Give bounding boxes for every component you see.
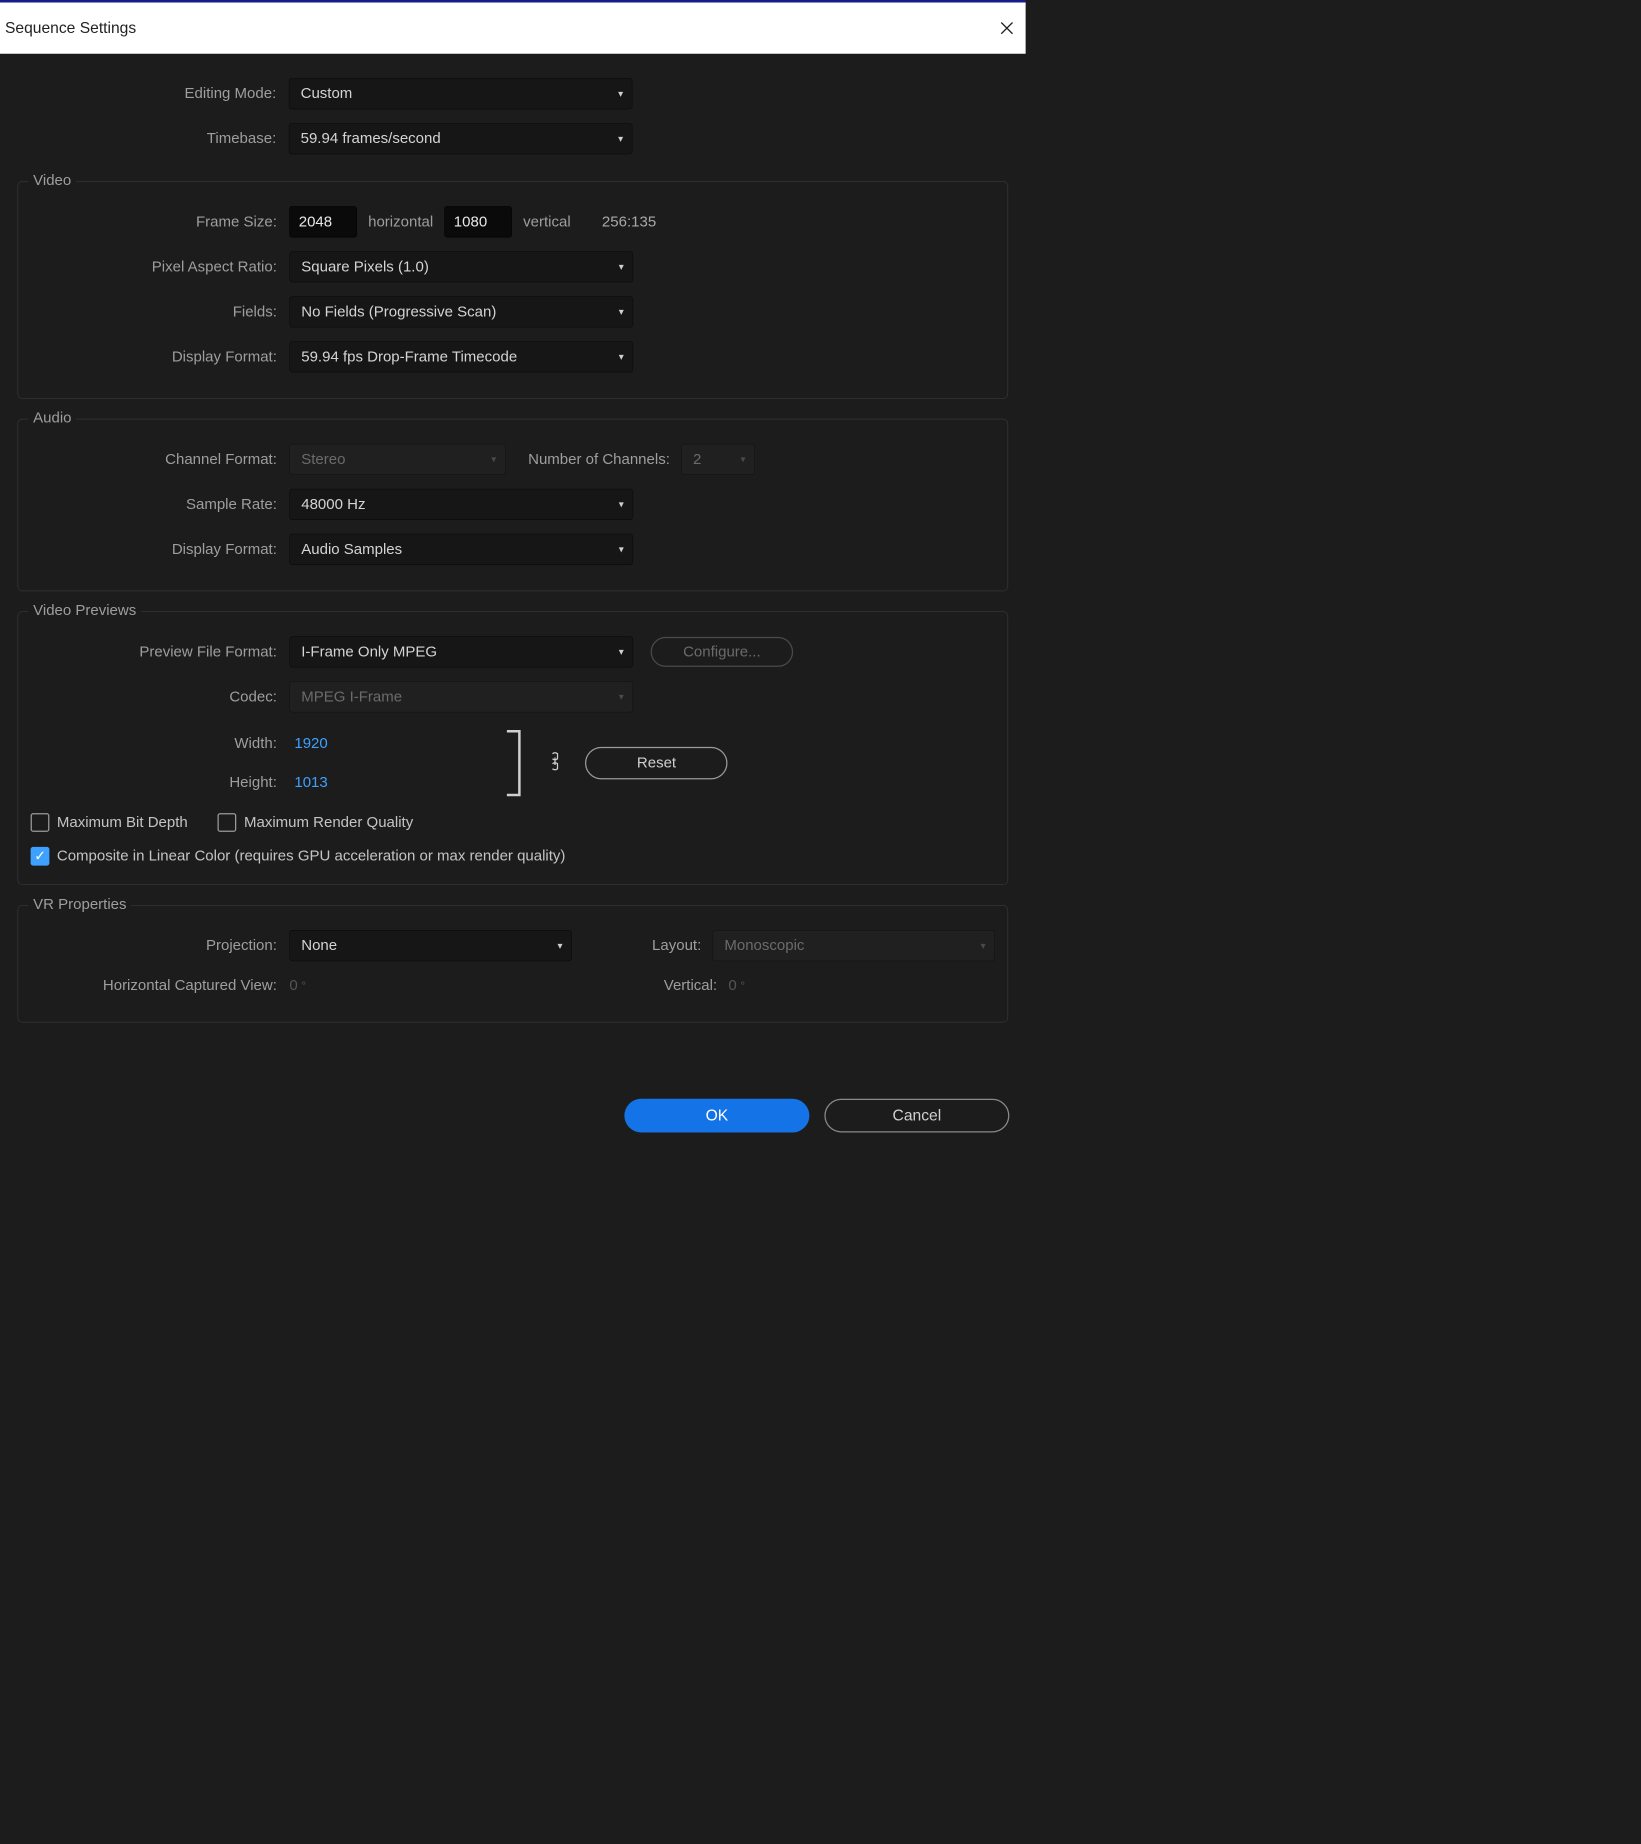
- projection-value: None: [301, 937, 337, 955]
- cancel-button[interactable]: Cancel: [824, 1099, 1009, 1133]
- preview-height-label: Height:: [31, 774, 290, 792]
- sample-rate-select[interactable]: 48000 Hz ▾: [289, 489, 633, 520]
- preview-file-format-select[interactable]: I-Frame Only MPEG ▾: [289, 636, 633, 667]
- sample-rate-label: Sample Rate:: [31, 496, 290, 514]
- chevron-down-icon: ▾: [619, 498, 624, 511]
- frame-height-input[interactable]: [444, 206, 512, 237]
- channel-format-select: Stereo ▾: [289, 444, 505, 475]
- chevron-down-icon: ▾: [491, 453, 496, 466]
- titlebar: Sequence Settings: [0, 3, 1026, 54]
- video-display-format-label: Display Format:: [31, 348, 290, 366]
- par-value: Square Pixels (1.0): [301, 258, 429, 276]
- chevron-down-icon: ▾: [557, 939, 562, 952]
- audio-display-format-select[interactable]: Audio Samples ▾: [289, 534, 633, 565]
- preview-file-format-value: I-Frame Only MPEG: [301, 643, 437, 661]
- sequence-settings-dialog: Sequence Settings Editing Mode: Custom ▾…: [0, 0, 1026, 1153]
- dialog-title: Sequence Settings: [5, 19, 136, 37]
- composite-linear-color-label: Composite in Linear Color (requires GPU …: [57, 848, 566, 866]
- chevron-down-icon: ▾: [619, 646, 624, 659]
- codec-select: MPEG I-Frame ▾: [289, 681, 633, 712]
- fields-select[interactable]: No Fields (Progressive Scan) ▾: [289, 296, 633, 327]
- ok-button[interactable]: OK: [624, 1099, 809, 1133]
- frame-width-input[interactable]: [289, 206, 357, 237]
- editing-mode-label: Editing Mode:: [18, 85, 289, 103]
- preview-height-value[interactable]: 1013: [294, 774, 327, 792]
- editing-mode-select[interactable]: Custom ▾: [289, 78, 633, 109]
- preview-width-value[interactable]: 1920: [294, 735, 327, 753]
- reset-button[interactable]: Reset: [585, 747, 728, 780]
- degree-icon: °: [301, 979, 306, 992]
- video-display-format-value: 59.94 fps Drop-Frame Timecode: [301, 348, 517, 366]
- aspect-ratio-text: 256:135: [602, 213, 656, 231]
- video-previews-group: Video Previews Preview File Format: I-Fr…: [18, 611, 1009, 885]
- projection-label: Projection:: [31, 937, 290, 955]
- link-icon[interactable]: [548, 751, 563, 775]
- timebase-value: 59.94 frames/second: [301, 130, 441, 148]
- timebase-select[interactable]: 59.94 frames/second ▾: [289, 123, 633, 154]
- vert-value: 0: [728, 977, 736, 995]
- chevron-down-icon: ▾: [619, 351, 624, 364]
- vr-legend: VR Properties: [28, 896, 131, 914]
- vertical-label: vertical: [523, 213, 571, 231]
- audio-display-format-label: Display Format:: [31, 541, 290, 559]
- chevron-down-icon: ▾: [740, 453, 745, 466]
- chevron-down-icon: ▾: [619, 261, 624, 274]
- max-render-quality-label: Maximum Render Quality: [244, 814, 413, 832]
- video-legend: Video: [28, 172, 76, 190]
- channel-format-value: Stereo: [301, 451, 345, 469]
- sample-rate-value: 48000 Hz: [301, 496, 365, 514]
- chevron-down-icon: ▾: [619, 543, 624, 556]
- frame-size-label: Frame Size:: [31, 213, 290, 231]
- chevron-down-icon: ▾: [981, 939, 986, 952]
- preview-width-label: Width:: [31, 735, 290, 753]
- codec-value: MPEG I-Frame: [301, 688, 402, 706]
- par-select[interactable]: Square Pixels (1.0) ▾: [289, 251, 633, 282]
- configure-button: Configure...: [651, 637, 794, 667]
- layout-select: Monoscopic ▾: [713, 930, 996, 961]
- chevron-down-icon: ▾: [618, 133, 623, 146]
- codec-label: Codec:: [31, 688, 290, 706]
- hcap-label: Horizontal Captured View:: [31, 977, 290, 995]
- chevron-down-icon: ▾: [618, 88, 623, 101]
- vr-properties-group: VR Properties Projection: None ▾ Layout:…: [18, 905, 1009, 1023]
- audio-display-format-value: Audio Samples: [301, 541, 402, 559]
- chevron-down-icon: ▾: [619, 306, 624, 319]
- video-display-format-select[interactable]: 59.94 fps Drop-Frame Timecode ▾: [289, 341, 633, 372]
- layout-value: Monoscopic: [724, 937, 804, 955]
- max-bit-depth-checkbox[interactable]: [31, 813, 50, 832]
- audio-legend: Audio: [28, 409, 76, 427]
- close-button[interactable]: [996, 17, 1019, 40]
- timebase-label: Timebase:: [18, 130, 289, 148]
- channel-format-label: Channel Format:: [31, 451, 290, 469]
- editing-mode-value: Custom: [301, 85, 353, 103]
- fields-value: No Fields (Progressive Scan): [301, 303, 496, 321]
- preview-file-format-label: Preview File Format:: [31, 643, 290, 661]
- channel-number-label: Number of Channels:: [528, 451, 670, 469]
- composite-linear-color-checkbox[interactable]: ✓: [31, 847, 50, 866]
- bracket-icon: [503, 726, 526, 801]
- hcap-value: 0: [289, 977, 297, 995]
- par-label: Pixel Aspect Ratio:: [31, 258, 290, 276]
- max-render-quality-checkbox[interactable]: [218, 813, 237, 832]
- video-previews-legend: Video Previews: [28, 602, 141, 620]
- channel-number-value: 2: [693, 451, 701, 469]
- fields-label: Fields:: [31, 303, 290, 321]
- video-group: Video Frame Size: horizontal vertical 25…: [18, 181, 1009, 399]
- max-bit-depth-label: Maximum Bit Depth: [57, 814, 188, 832]
- channel-number-select: 2 ▾: [681, 444, 755, 475]
- audio-group: Audio Channel Format: Stereo ▾ Number of…: [18, 419, 1009, 592]
- projection-select[interactable]: None ▾: [289, 930, 572, 961]
- layout-label: Layout:: [652, 937, 701, 955]
- vert-label: Vertical:: [600, 977, 718, 995]
- degree-icon: °: [740, 979, 745, 992]
- chevron-down-icon: ▾: [619, 691, 624, 704]
- horizontal-label: horizontal: [368, 213, 433, 231]
